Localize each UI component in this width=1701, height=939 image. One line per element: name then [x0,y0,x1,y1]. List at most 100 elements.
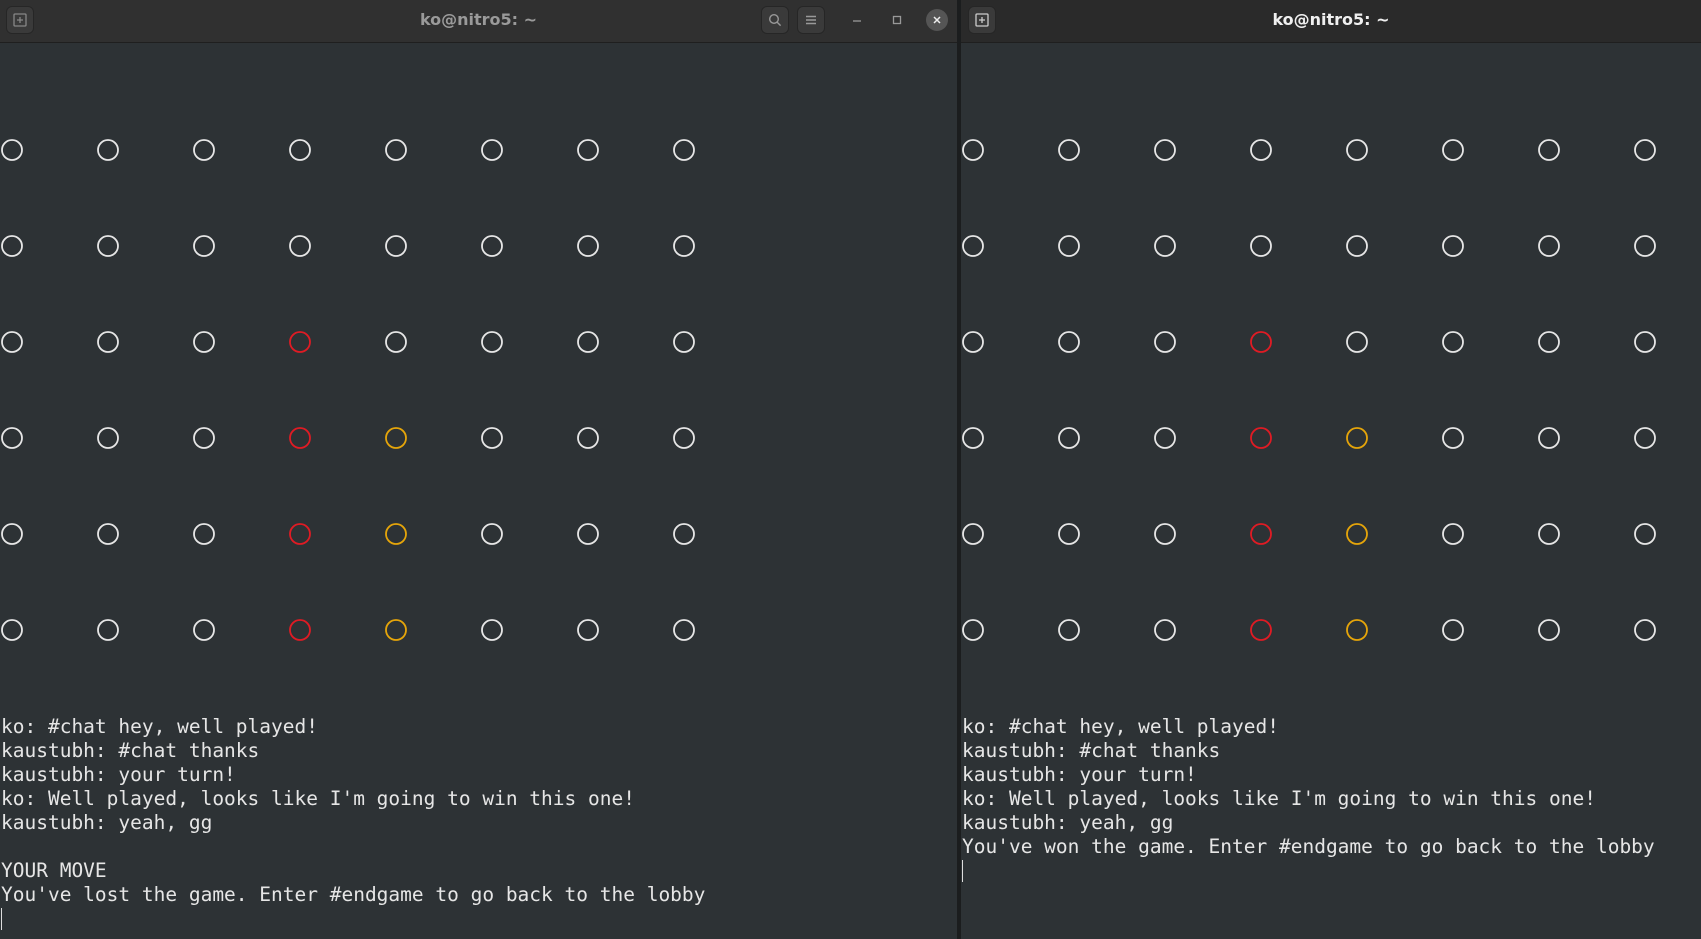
empty-slot [962,331,984,353]
game-board [1,139,695,641]
red-piece [1250,523,1272,545]
empty-slot [481,427,503,449]
empty-slot [1442,427,1464,449]
empty-slot [1346,235,1368,257]
empty-slot [1634,139,1656,161]
empty-slot [673,331,695,353]
empty-slot [289,139,311,161]
new-tab-icon [13,13,27,27]
empty-slot [1,235,23,257]
empty-slot [1154,235,1176,257]
empty-slot [385,235,407,257]
empty-slot [193,427,215,449]
chat-line: kaustubh: yeah, gg [1,811,213,834]
red-piece [289,619,311,641]
empty-slot [577,523,599,545]
empty-slot [1634,235,1656,257]
red-piece [1250,331,1272,353]
empty-slot [1442,235,1464,257]
empty-slot [673,139,695,161]
maximize-button[interactable] [886,9,908,31]
empty-slot [673,619,695,641]
empty-slot [481,523,503,545]
search-button[interactable] [761,6,789,34]
chat-line: kaustubh: your turn! [1,763,236,786]
new-tab-button[interactable] [6,6,34,34]
close-button[interactable] [926,9,948,31]
empty-slot [577,139,599,161]
hamburger-menu-icon [806,15,816,25]
empty-slot [1058,427,1080,449]
text-cursor[interactable] [962,860,963,882]
turn-indicator: YOUR MOVE [1,859,107,882]
chat-line: ko: Well played, looks like I'm going to… [1,787,635,810]
empty-slot [1538,235,1560,257]
menu-button[interactable] [797,6,825,34]
empty-slot [962,139,984,161]
empty-slot [1,139,23,161]
empty-slot [97,139,119,161]
empty-slot [385,331,407,353]
new-tab-icon [975,13,989,27]
terminal-area[interactable]: ko: #chat hey, well played! kaustubh: #c… [0,43,957,939]
empty-slot [1,427,23,449]
red-piece [1250,427,1272,449]
red-piece [1250,619,1272,641]
empty-slot [962,427,984,449]
empty-slot [1058,619,1080,641]
terminal-area[interactable]: ko: #chat hey, well played! kaustubh: #c… [961,43,1701,939]
empty-slot [97,427,119,449]
empty-slot [1442,139,1464,161]
title-bar[interactable]: ko@nitro5: ~ [961,0,1701,43]
empty-slot [481,235,503,257]
empty-slot [577,619,599,641]
text-cursor[interactable] [1,908,2,930]
empty-slot [1538,331,1560,353]
empty-slot [1634,523,1656,545]
empty-slot [481,139,503,161]
empty-slot [1154,139,1176,161]
chat-line: ko: #chat hey, well played! [962,715,1279,738]
empty-slot [1442,523,1464,545]
chat-line: kaustubh: #chat thanks [1,739,260,762]
empty-slot [193,235,215,257]
empty-slot [1154,331,1176,353]
empty-slot [193,331,215,353]
game-result-message: You've won the game. Enter #endgame to g… [962,835,1655,858]
empty-slot [1634,331,1656,353]
empty-slot [673,427,695,449]
empty-slot [385,139,407,161]
empty-slot [1442,331,1464,353]
empty-slot [1058,331,1080,353]
chat-line: kaustubh: yeah, gg [962,811,1174,834]
empty-slot [962,619,984,641]
empty-slot [1058,235,1080,257]
empty-slot [577,427,599,449]
chat-line: kaustubh: #chat thanks [962,739,1221,762]
terminal-window-left[interactable]: ko@nitro5: ~ ko: #chat hey, well played!… [0,0,957,939]
new-tab-button[interactable] [968,6,996,34]
title-bar[interactable]: ko@nitro5: ~ [0,0,957,43]
yellow-piece [385,427,407,449]
chat-log: ko: #chat hey, well played! kaustubh: #c… [1,715,705,930]
empty-slot [193,139,215,161]
empty-slot [1,331,23,353]
empty-slot [1346,139,1368,161]
search-icon [768,13,782,27]
empty-slot [193,619,215,641]
terminal-window-right[interactable]: ko@nitro5: ~ ko: #chat hey, well played!… [961,0,1701,939]
chat-line: ko: #chat hey, well played! [1,715,318,738]
empty-slot [1154,523,1176,545]
yellow-piece [1346,523,1368,545]
empty-slot [1,619,23,641]
empty-slot [962,523,984,545]
minimize-button[interactable] [846,9,868,31]
red-piece [289,523,311,545]
yellow-piece [385,523,407,545]
empty-slot [1058,139,1080,161]
maximize-icon [892,15,902,25]
empty-slot [1154,619,1176,641]
red-piece [289,427,311,449]
empty-slot [1634,427,1656,449]
